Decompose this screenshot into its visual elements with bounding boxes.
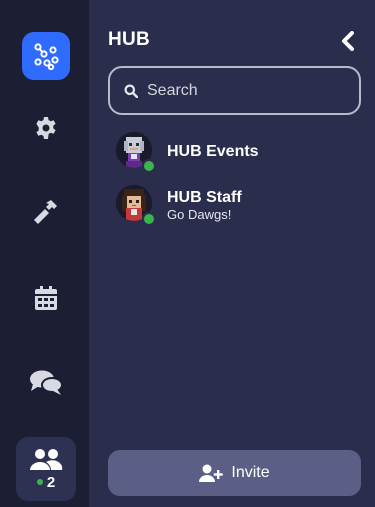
invite-button[interactable]: Invite: [108, 450, 361, 496]
avatar: [116, 132, 156, 173]
network-logo-icon: [34, 43, 59, 70]
online-count: 2: [36, 473, 56, 491]
online-status-icon: [142, 159, 156, 173]
app-window: 2 HUB Search HUB Events HUB Staff Go Daw…: [0, 0, 375, 507]
hammer-icon: [34, 200, 57, 224]
channel-item-hub-staff[interactable]: HUB Staff Go Dawgs!: [116, 183, 356, 227]
hub-panel: HUB Search HUB Events HUB Staff Go Dawgs…: [89, 0, 375, 507]
collapse-panel-button[interactable]: [339, 30, 357, 52]
invite-label: Invite: [231, 464, 270, 481]
channel-subtitle: Go Dawgs!: [167, 206, 232, 222]
calendar-icon: [35, 286, 57, 310]
channel-name: HUB Events: [167, 143, 259, 160]
settings-button[interactable]: [20, 102, 72, 154]
search-box[interactable]: [108, 66, 361, 115]
tools-button[interactable]: [20, 186, 72, 238]
search-icon: [124, 84, 138, 98]
panel-title: HUB: [108, 29, 151, 50]
channel-name: HUB Staff: [167, 188, 242, 206]
channel-text: HUB Staff Go Dawgs!: [167, 189, 242, 222]
channel-text: HUB Events: [167, 143, 259, 161]
online-dot-icon: [36, 479, 43, 485]
add-user-icon: [199, 464, 224, 482]
online-status-icon: [142, 212, 156, 226]
search-input[interactable]: [147, 81, 347, 100]
users-icon: [30, 448, 63, 470]
calendar-button[interactable]: [20, 272, 72, 324]
avatar: [116, 185, 156, 226]
channel-item-hub-events[interactable]: HUB Events: [116, 130, 356, 174]
chat-bubbles-icon: [30, 370, 63, 395]
chat-button[interactable]: [20, 356, 72, 408]
hub-logo-button[interactable]: [22, 32, 70, 80]
online-count-value: 2: [46, 473, 56, 491]
chevron-left-icon: [342, 31, 354, 51]
members-button[interactable]: 2: [16, 437, 76, 501]
sidebar: 2: [0, 0, 89, 507]
gear-icon: [36, 117, 56, 139]
